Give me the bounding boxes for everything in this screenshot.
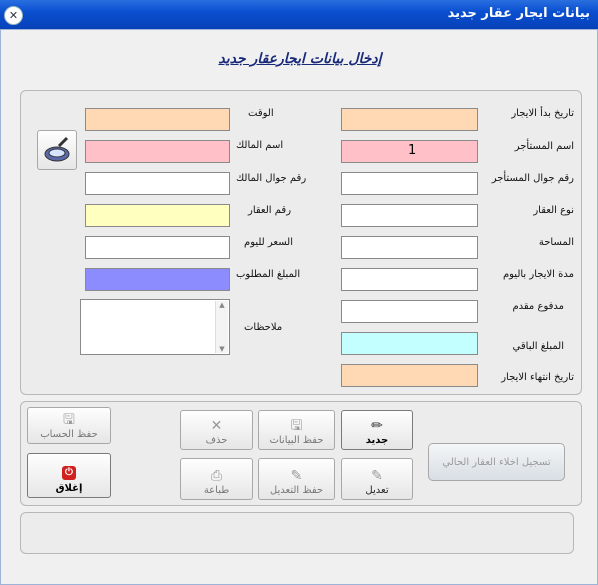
save-edit-button[interactable]: ✎ حفظ التعديل [258,458,335,500]
power-icon: ⏻ [62,466,76,480]
save-data-button[interactable]: 🖫 حفظ البيانات [258,410,335,450]
duration-label: مدة الايجار باليوم [502,269,574,280]
tenant-name-value: 1 [408,143,417,158]
tenant-mobile-field[interactable] [341,172,478,195]
save-icon: 🖫 [63,412,75,428]
vacate-button[interactable]: تسجيل اخلاء العقار الحالي [428,443,565,481]
delete-icon: ✕ [210,418,223,434]
notes-scrollbar[interactable]: ▲ ▼ [215,301,228,353]
close-button[interactable]: ⏻ إغلاق [27,453,111,498]
end-date-field[interactable] [341,364,478,387]
delete-button[interactable]: ✕ حذف [180,410,253,450]
amount-due-label: المبلغ المطلوب [236,269,301,280]
edit-icon: ✎ [371,468,383,484]
end-date-label: تاريخ انتهاء الايجار [501,372,574,383]
close-icon[interactable]: ✕ [4,6,23,25]
owner-name-label: اسم المالك [236,140,284,151]
search-button[interactable] [37,130,77,170]
remaining-label: المبلغ الباقي [512,341,564,352]
start-date-field[interactable] [341,108,478,131]
page-title: إدخال بيانات ايجارعقار جديد [218,51,382,67]
property-type-field[interactable] [341,204,478,227]
area-label: المساحة [538,237,574,248]
owner-mobile-field[interactable] [85,172,230,195]
property-no-label: رقم العقار [248,205,292,216]
notes-label: ملاحظات [244,322,283,333]
daily-price-label: السعر لليوم [244,237,293,248]
duration-field[interactable] [341,268,478,291]
tenant-mobile-label: رقم جوال المستأجر [491,173,574,184]
time-label: الوقت [248,108,274,119]
remaining-field[interactable] [341,332,478,355]
print-icon: ⎙ [210,468,223,484]
start-date-label: تاريخ بدأ الايجار [511,108,574,119]
property-no-field[interactable] [85,204,230,227]
amount-due-field[interactable] [85,268,230,291]
owner-name-field[interactable] [85,140,230,163]
save-icon: 🖫 [290,418,303,434]
advance-field[interactable] [341,300,478,323]
area-field[interactable] [341,236,478,259]
notes-textarea[interactable]: ▲ ▼ [80,299,230,355]
new-button[interactable]: ✏ جديد [341,410,413,450]
tenant-name-label: اسم المستأجر [514,141,574,152]
status-bar [20,512,574,554]
title-bar: بيانات ايجار عقار جديد ✕ [0,0,598,29]
window-title: بيانات ايجار عقار جديد [447,6,590,21]
save-account-button[interactable]: 🖫 حفظ الحساب [27,407,111,444]
property-type-label: نوع العقار [533,205,574,216]
time-field[interactable] [85,108,230,131]
search-icon [44,136,70,162]
advance-label: مدفوع مقدم [512,301,564,312]
daily-price-field[interactable] [85,236,230,259]
owner-mobile-label: رقم جوال المالك [236,173,307,184]
edit-button[interactable]: ✎ تعديل [341,458,413,500]
new-icon: ✏ [371,418,383,434]
tenant-name-field[interactable]: 1 [341,140,478,163]
print-button[interactable]: ⎙ طباعة [180,458,253,500]
edit-save-icon: ✎ [290,468,303,484]
